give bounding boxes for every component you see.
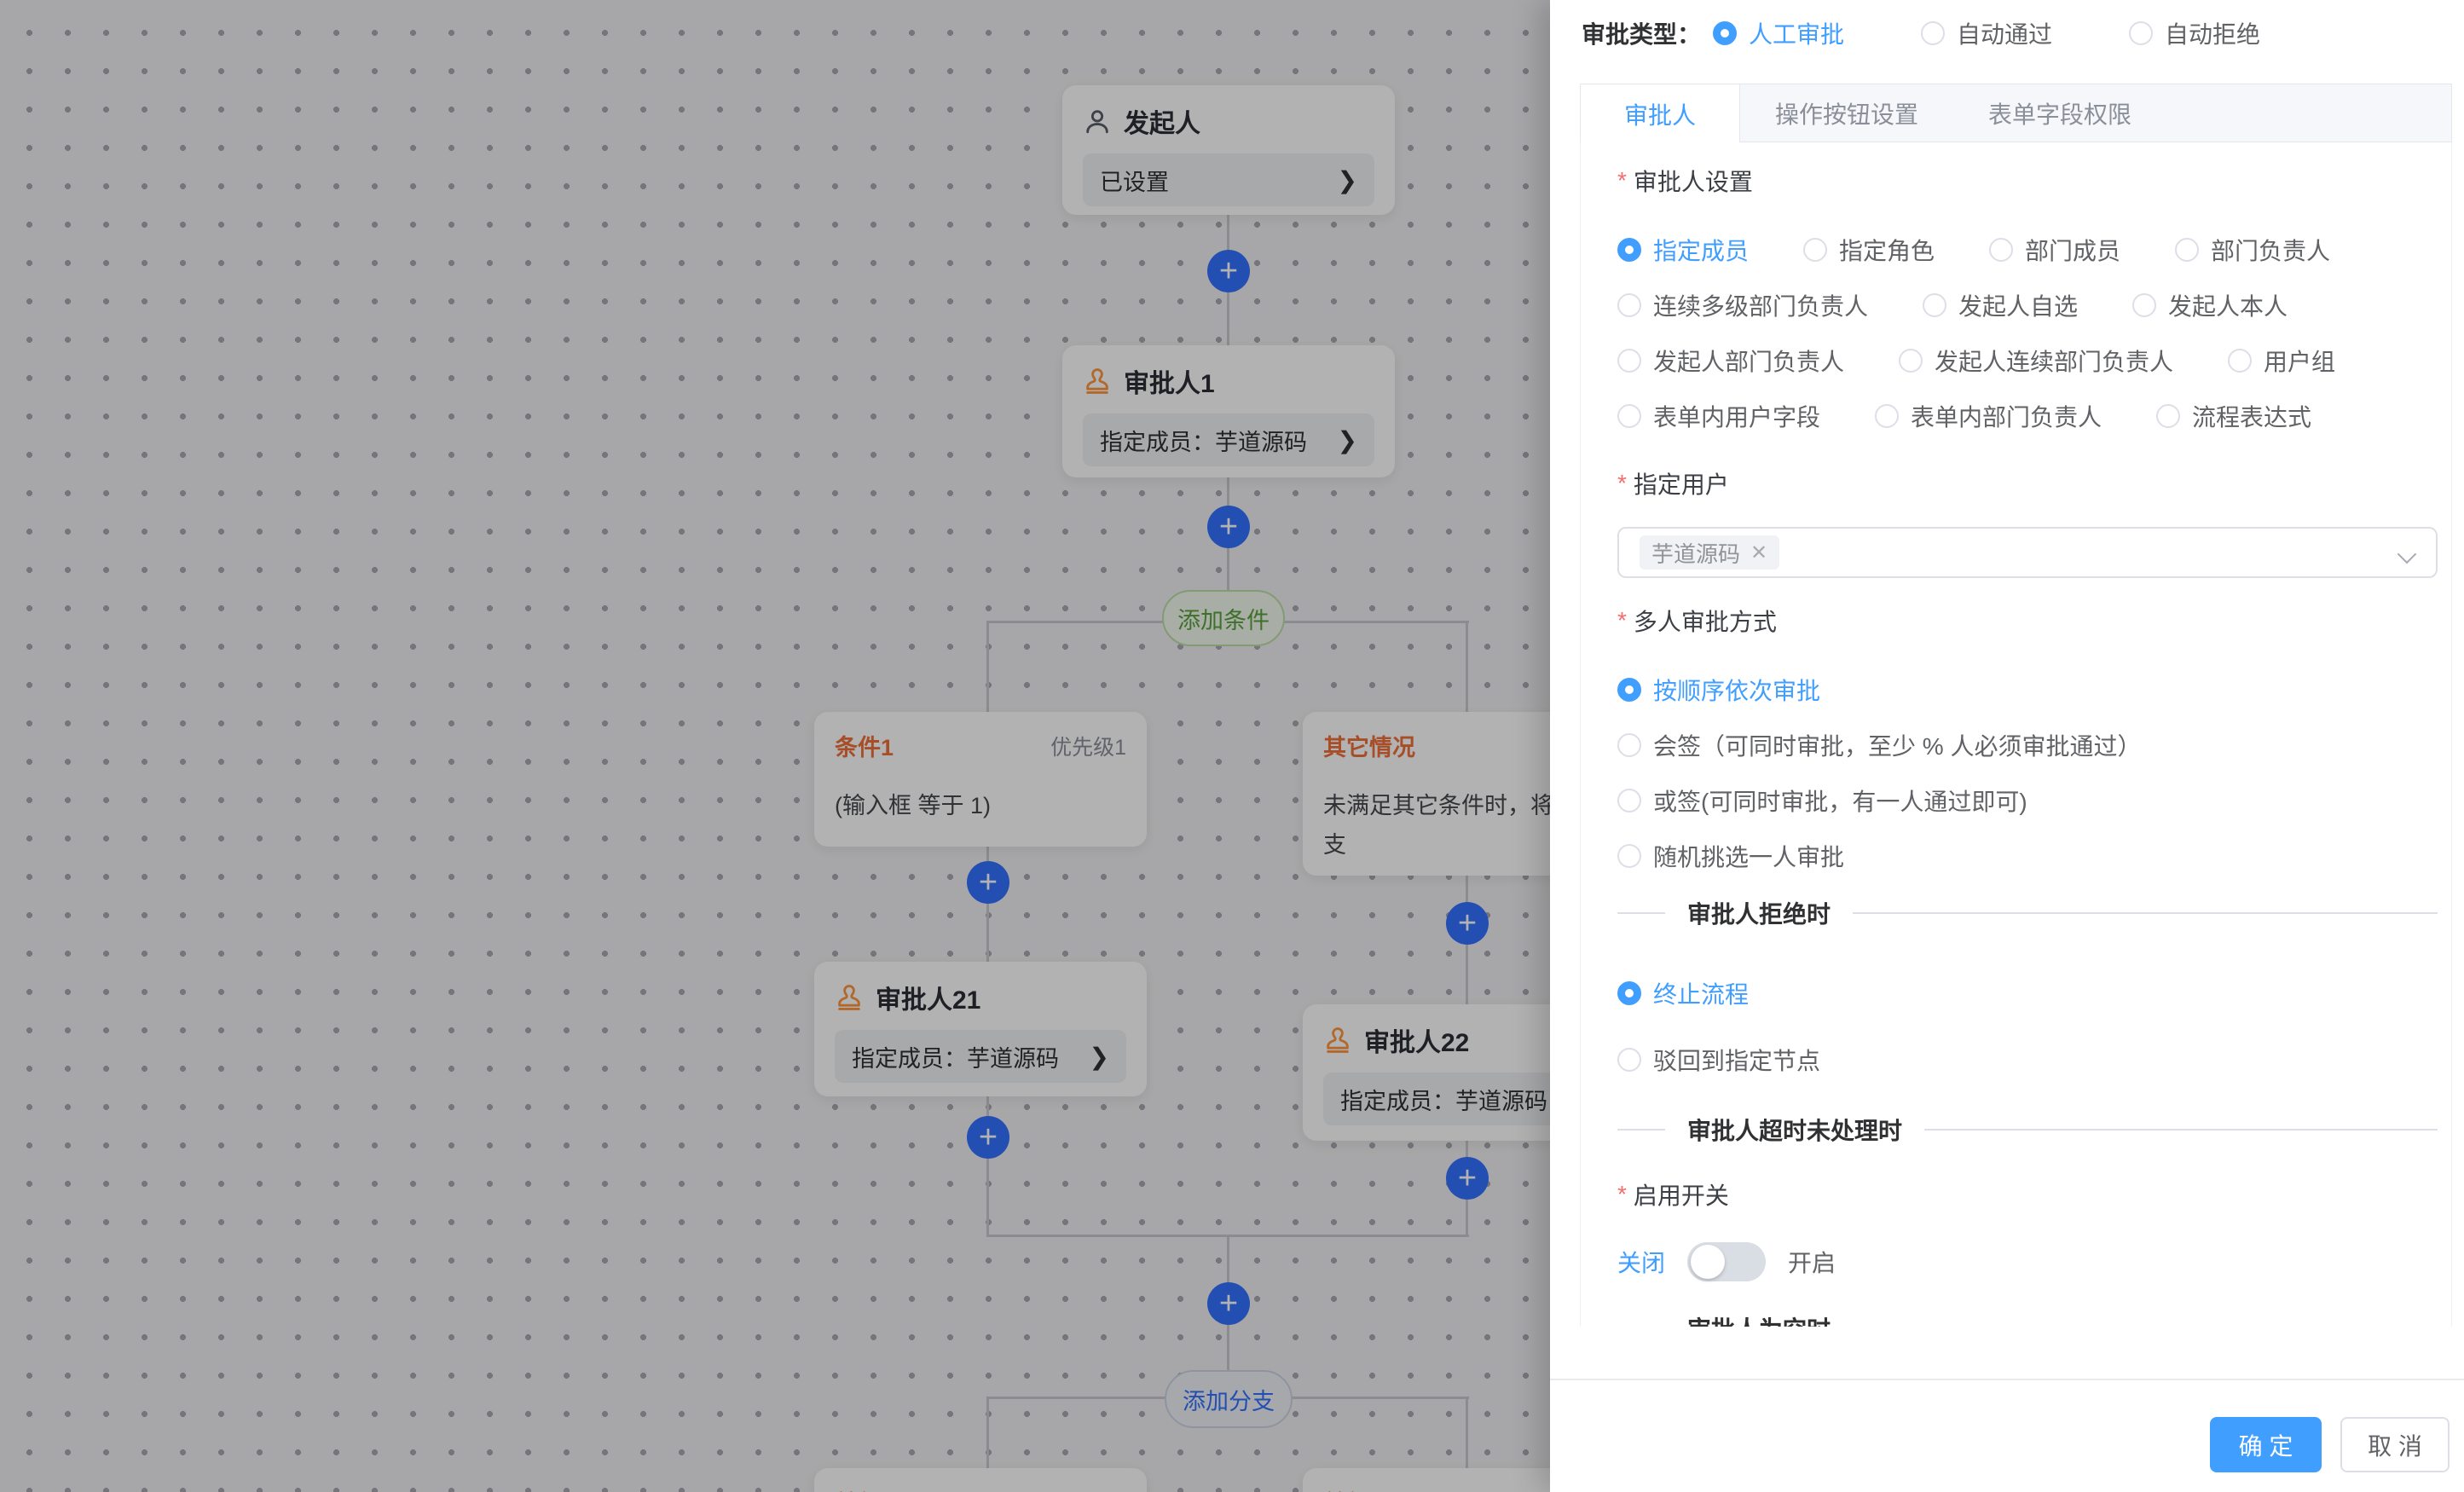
- radio-circle: [1803, 238, 1827, 262]
- empty-section-title: 审批人为空时: [1687, 1311, 1831, 1327]
- required-mark: *: [1617, 607, 1627, 634]
- radio-circle: [1713, 21, 1737, 45]
- switch-knob: [1691, 1245, 1725, 1279]
- radio-circle: [1921, 21, 1945, 45]
- assign-user-select[interactable]: 芋道源码 ✕: [1617, 527, 2438, 578]
- switch-off-label[interactable]: 关闭: [1617, 1245, 1665, 1279]
- timeout-section-divider: 审批人超时未处理时: [1617, 1114, 2438, 1145]
- radio-circle: [1617, 349, 1641, 373]
- radio-circle: [1617, 789, 1641, 813]
- approver-setting-row1: 指定成员 指定角色 部门成员 部门负责人: [1617, 234, 2438, 265]
- empty-section-divider: 审批人为空时: [1617, 1313, 2438, 1327]
- reject-option-row: 驳回到指定节点: [1617, 1044, 2438, 1075]
- reject-section-divider: 审批人拒绝时: [1617, 898, 2438, 928]
- multi-mode-row: 或签(可同时审批，有一人通过即可): [1617, 785, 2438, 816]
- radio-circle: [2228, 349, 2252, 373]
- required-mark: *: [1617, 167, 1627, 194]
- reject-option-row: 终止流程: [1617, 978, 2438, 1009]
- required-mark: *: [1617, 1181, 1627, 1208]
- approve-type-label: 审批类型：: [1582, 16, 1701, 50]
- approve-type-group: 审批类型： 人工审批 自动通过 自动拒绝: [1582, 15, 2337, 51]
- radio-circle: [1899, 349, 1923, 373]
- modal-overlay[interactable]: [0, 0, 1550, 1492]
- approver-setting-row2: 连续多级部门负责人 发起人自选 发起人本人: [1617, 290, 2438, 321]
- approval-config-drawer: 审批类型： 人工审批 自动通过 自动拒绝 审批人 操作按钮设置 表单字段权限 *: [1550, 0, 2464, 1492]
- radio-form-user-field[interactable]: 表单内用户字段: [1617, 399, 1820, 433]
- radio-auto-reject[interactable]: 自动拒绝: [2129, 16, 2260, 50]
- config-tabs: 审批人 操作按钮设置 表单字段权限: [1580, 84, 2452, 142]
- radio-specified-role[interactable]: 指定角色: [1803, 233, 1935, 267]
- radio-circle: [2175, 238, 2199, 262]
- radio-specified-member[interactable]: 指定成员: [1617, 233, 1749, 267]
- workflow-designer: 发起人 已设置 ❯ + 审批人1 指定成员：芋道源码 ❯ +: [0, 0, 2464, 1492]
- radio-form-dept-leader[interactable]: 表单内部门负责人: [1875, 399, 2102, 433]
- radio-circle: [1923, 293, 1946, 317]
- assign-user-label: * 指定用户: [1617, 466, 2438, 500]
- radio-circle: [2156, 404, 2180, 428]
- multi-mode-row: 会签（可同时审批，至少 % 人必须审批通过）: [1617, 730, 2438, 760]
- radio-orsign[interactable]: 或签(可同时审批，有一人通过即可): [1617, 784, 2027, 818]
- enable-switch[interactable]: [1687, 1242, 1766, 1281]
- enable-switch-label: * 启用开关: [1617, 1177, 2438, 1212]
- radio-initiator-self[interactable]: 发起人本人: [2132, 288, 2288, 322]
- radio-circle: [1617, 404, 1641, 428]
- approver-setting-label: * 审批人设置: [1617, 164, 2438, 198]
- radio-countersign[interactable]: 会签（可同时审批，至少 % 人必须审批通过）: [1617, 728, 2141, 762]
- radio-circle: [1617, 678, 1641, 702]
- close-icon[interactable]: ✕: [1750, 541, 1767, 565]
- user-tag: 芋道源码 ✕: [1640, 535, 1779, 570]
- approver-setting-row4: 表单内用户字段 表单内部门负责人 流程表达式: [1617, 401, 2438, 431]
- required-mark: *: [1617, 470, 1627, 497]
- tab-button-settings[interactable]: 操作按钮设置: [1740, 84, 1953, 142]
- radio-terminate-process[interactable]: 终止流程: [1617, 976, 1749, 1010]
- chevron-down-icon: [2397, 545, 2417, 564]
- radio-circle: [1617, 1048, 1641, 1072]
- confirm-button[interactable]: 确 定: [2210, 1417, 2322, 1472]
- radio-return-to-node[interactable]: 驳回到指定节点: [1617, 1043, 1820, 1077]
- reject-section-title: 审批人拒绝时: [1687, 896, 1831, 930]
- approver-setting-row3: 发起人部门负责人 发起人连续部门负责人 用户组: [1617, 345, 2438, 376]
- radio-circle: [1875, 404, 1899, 428]
- radio-circle: [1617, 238, 1641, 262]
- radio-process-expression[interactable]: 流程表达式: [2156, 399, 2311, 433]
- footer-divider: [1550, 1379, 2464, 1380]
- tab-form-field-permission[interactable]: 表单字段权限: [1953, 84, 2166, 142]
- enable-switch-row: 关闭 开启: [1617, 1242, 2438, 1281]
- radio-circle: [1989, 238, 2013, 262]
- radio-random-one[interactable]: 随机挑选一人审批: [1617, 839, 1844, 873]
- radio-circle: [2132, 293, 2156, 317]
- radio-multi-level-dept-leader[interactable]: 连续多级部门负责人: [1617, 288, 1868, 322]
- tab-approver[interactable]: 审批人: [1581, 84, 1740, 143]
- radio-circle: [2129, 21, 2153, 45]
- timeout-section-title: 审批人超时未处理时: [1687, 1113, 1902, 1147]
- radio-dept-leader[interactable]: 部门负责人: [2175, 233, 2330, 267]
- user-tag-label: 芋道源码: [1651, 537, 1740, 569]
- radio-dept-member[interactable]: 部门成员: [1989, 233, 2120, 267]
- radio-initiator-dept-leader[interactable]: 发起人部门负责人: [1617, 344, 1844, 378]
- radio-manual-approve[interactable]: 人工审批: [1713, 16, 1844, 50]
- radio-sequential[interactable]: 按顺序依次审批: [1617, 673, 1820, 707]
- radio-circle: [1617, 733, 1641, 757]
- radio-initiator-multi-dept-leader[interactable]: 发起人连续部门负责人: [1899, 344, 2173, 378]
- radio-auto-pass[interactable]: 自动通过: [1921, 16, 2052, 50]
- radio-circle: [1617, 844, 1641, 868]
- multi-mode-label: * 多人审批方式: [1617, 604, 2438, 638]
- multi-mode-row: 随机挑选一人审批: [1617, 841, 2438, 871]
- cancel-button[interactable]: 取 消: [2340, 1417, 2450, 1472]
- tab-panel-approver[interactable]: * 审批人设置 指定成员 指定角色 部门成员 部门负责人 连续多级部门负责人 发…: [1580, 142, 2452, 1327]
- radio-circle: [1617, 981, 1641, 1005]
- multi-mode-row: 按顺序依次审批: [1617, 674, 2438, 705]
- switch-on-label[interactable]: 开启: [1788, 1245, 1836, 1279]
- radio-circle: [1617, 293, 1641, 317]
- radio-initiator-choose[interactable]: 发起人自选: [1923, 288, 2078, 322]
- radio-user-group[interactable]: 用户组: [2228, 344, 2335, 378]
